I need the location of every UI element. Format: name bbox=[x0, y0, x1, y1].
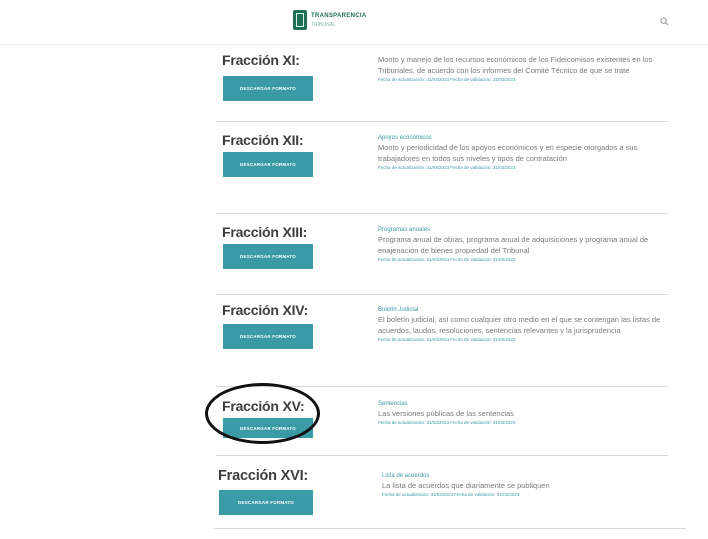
section-divider bbox=[216, 455, 668, 456]
logo-mark-icon bbox=[293, 10, 307, 30]
fraccion-section: Fracción XII: DESCARGAR FORMATO Apoyos e… bbox=[216, 132, 668, 214]
fraccion-dates: Fecha de actualización: 31/03/2023 Fecha… bbox=[382, 492, 520, 497]
fraccion-section: Fracción XV: DESCARGAR FORMATO Sentencia… bbox=[216, 398, 668, 456]
fraccion-dates: Fecha de actualización: 31/03/2023 Fecha… bbox=[378, 337, 516, 342]
fraccion-details: Programas anuales Programa anual de obra… bbox=[378, 224, 670, 262]
section-divider bbox=[216, 294, 668, 295]
fraccion-dates: Fecha de actualización: 31/03/2023 Fecha… bbox=[378, 165, 516, 170]
site-header: TRANSPARENCIA TRIBUNAL bbox=[0, 0, 708, 45]
fraccion-description: El boletín judicial, así como cualquier … bbox=[378, 315, 661, 335]
download-format-button[interactable]: DESCARGAR FORMATO bbox=[223, 418, 313, 438]
download-format-button[interactable]: DESCARGAR FORMATO bbox=[223, 76, 313, 101]
fraccion-title: Fracción XIII: bbox=[222, 224, 308, 240]
fraccion-details: Monto y manejo de los recursos económico… bbox=[378, 54, 670, 82]
fraccion-description: Programa anual de obras, programa anual … bbox=[378, 235, 649, 255]
fraccion-category-link[interactable]: Apoyos económicos bbox=[378, 134, 670, 142]
fraccion-section: Fracción XIV: DESCARGAR FORMATO Boletín … bbox=[216, 302, 668, 387]
fraccion-dates: Fecha de actualización: 31/03/2023 Fecha… bbox=[378, 257, 516, 262]
section-divider bbox=[216, 121, 668, 122]
fraccion-details: Sentencias Las versiones públicas de las… bbox=[378, 398, 670, 425]
download-format-button[interactable]: DESCARGAR FORMATO bbox=[219, 490, 313, 515]
fraccion-details: Boletín Judicial El boletín judicial, as… bbox=[378, 304, 670, 342]
download-format-button[interactable]: DESCARGAR FORMATO bbox=[223, 152, 313, 177]
fraccion-description: La lista de acuerdos que diariamente se … bbox=[382, 481, 550, 490]
fraccion-dates: Fecha de actualización: 31/03/2023 Fecha… bbox=[378, 420, 516, 425]
section-divider bbox=[214, 528, 686, 529]
fraccion-description: Las versiones públicas de las sentencias bbox=[378, 409, 514, 418]
section-divider bbox=[216, 386, 668, 387]
fraccion-details: Apoyos económicos Monto y periodicidad d… bbox=[378, 132, 670, 170]
fraccion-dates: Fecha de actualización: 31/03/2023 Fecha… bbox=[378, 77, 516, 82]
fraccion-category-link[interactable]: Sentencias bbox=[378, 400, 670, 408]
search-icon[interactable] bbox=[660, 17, 669, 26]
fraccion-title: Fracción XII: bbox=[222, 132, 304, 148]
fraccion-category-link[interactable]: Boletín Judicial bbox=[378, 306, 670, 314]
download-format-button[interactable]: DESCARGAR FORMATO bbox=[223, 244, 313, 269]
fraccion-section: Fracción XI: DESCARGAR FORMATO Monto y m… bbox=[216, 52, 668, 122]
fraccion-category-link[interactable]: Lista de acuerdos bbox=[382, 472, 682, 480]
fraccion-description: Monto y manejo de los recursos económico… bbox=[378, 55, 653, 75]
fraccion-title: Fracción XI: bbox=[222, 52, 300, 68]
fraccion-description: Monto y periodicidad de los apoyos econó… bbox=[378, 143, 638, 163]
fraccion-details: Lista de acuerdos La lista de acuerdos q… bbox=[382, 470, 682, 497]
site-logo[interactable]: TRANSPARENCIA TRIBUNAL bbox=[293, 10, 366, 32]
download-format-button[interactable]: DESCARGAR FORMATO bbox=[223, 324, 313, 349]
logo-subtitle: TRIBUNAL bbox=[311, 22, 336, 28]
fraccion-title: Fracción XIV: bbox=[222, 302, 309, 318]
fraccion-section: Fracción XVI: DESCARGAR FORMATO Lista de… bbox=[214, 468, 686, 530]
fraccion-section: Fracción XIII: DESCARGAR FORMATO Program… bbox=[216, 224, 670, 295]
logo-name: TRANSPARENCIA bbox=[311, 13, 367, 19]
fraccion-category-link[interactable]: Programas anuales bbox=[378, 226, 670, 234]
fraccion-title: Fracción XV: bbox=[222, 398, 305, 414]
section-divider bbox=[216, 213, 668, 214]
fraccion-title: Fracción XVI: bbox=[218, 468, 309, 484]
